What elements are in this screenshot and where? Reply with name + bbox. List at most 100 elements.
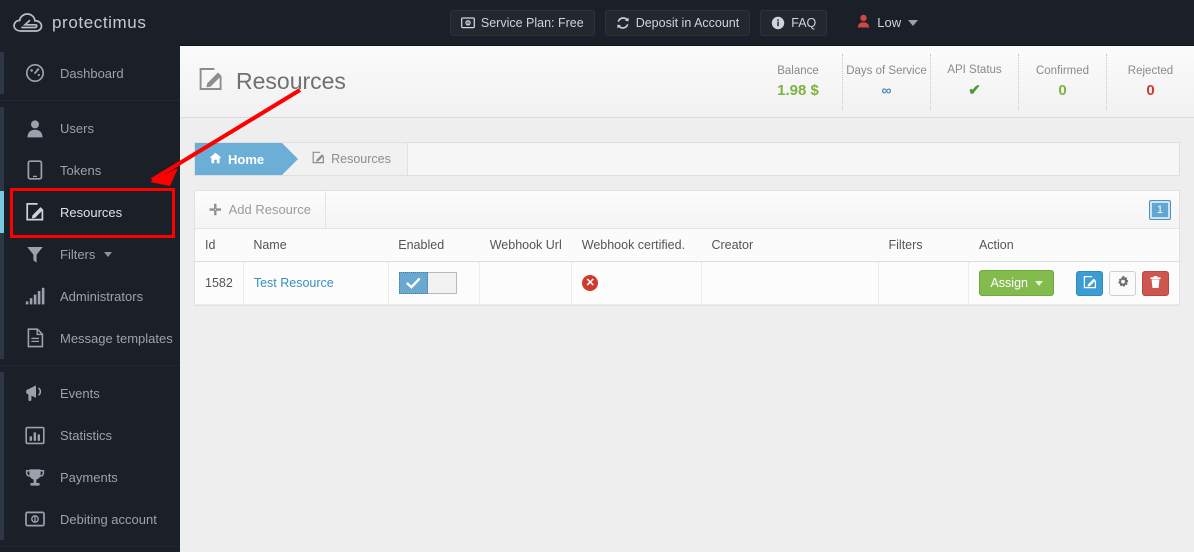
service-plan-button[interactable]: Service Plan: Free (449, 9, 595, 36)
edit-square-icon (1083, 275, 1097, 292)
stat-confirmed: Confirmed 0 (1018, 53, 1106, 110)
sidebar-item-debiting-account[interactable]: Debiting account (0, 498, 180, 540)
column-header-webhook-url[interactable]: Webhook Url (479, 229, 572, 262)
resources-table: Id Name Enabled Webhook Url Webhook cert… (195, 229, 1179, 305)
column-header-webhook-certified[interactable]: Webhook certified. (571, 229, 702, 262)
sidebar-item-tokens[interactable]: Tokens (0, 149, 180, 191)
sidebar-edge-marker (0, 498, 4, 540)
sidebar-edge-marker (0, 233, 4, 275)
table-body: 1582 Test Resource ✕ Assign (195, 261, 1179, 305)
column-header-creator[interactable]: Creator (701, 229, 879, 262)
page-header: Resources Balance 1.98 $ Days of Service… (180, 46, 1194, 118)
column-header-filters[interactable]: Filters (878, 229, 969, 262)
sidebar-item-statistics[interactable]: Statistics (0, 414, 180, 456)
cell-name: Test Resource (243, 261, 389, 305)
account-stats: Balance 1.98 $ Days of Service ∞ API Sta… (754, 53, 1194, 110)
sidebar-item-label: Administrators (60, 288, 144, 304)
sidebar: Dashboard Users Tokens Resources Filters… (0, 46, 180, 552)
page-title: Resources (198, 66, 346, 98)
stat-value: 0 (1058, 81, 1067, 99)
enabled-toggle[interactable] (398, 272, 457, 294)
cell-enabled (388, 261, 481, 305)
stat-rejected: Rejected 0 (1106, 53, 1194, 110)
stat-value: ∞ (881, 82, 892, 98)
sidebar-item-message-templates[interactable]: Message templates (0, 317, 180, 359)
edit-square-icon (22, 201, 48, 223)
app-window: protectimus Service Plan: Free Deposit i… (0, 0, 1194, 552)
stat-label: API Status (947, 64, 1002, 76)
sidebar-item-label: Debiting account (60, 511, 157, 527)
table-header-row: Id Name Enabled Webhook Url Webhook cert… (195, 229, 1179, 262)
assign-dropdown-button[interactable]: Assign (979, 270, 1054, 296)
brand-logo[interactable]: protectimus (0, 0, 180, 46)
sidebar-edge-marker (0, 456, 4, 498)
stat-label: Rejected (1127, 64, 1174, 77)
user-menu-label: Low (877, 15, 902, 30)
stat-value: 0 (1146, 81, 1155, 99)
breadcrumb-home[interactable]: Home (195, 143, 299, 175)
breadcrumb-current-label: Resources (331, 152, 391, 166)
plus-icon: ✛ (209, 201, 222, 219)
stat-balance: Balance 1.98 $ (754, 54, 842, 110)
dashboard-gauge-icon (22, 62, 48, 84)
chevron-down-icon (908, 19, 919, 26)
cell-actions: Assign (968, 261, 1179, 305)
delete-resource-button[interactable] (1142, 270, 1169, 296)
topbar-actions: Service Plan: Free Deposit in Account FA… (180, 0, 1194, 46)
home-icon (209, 152, 222, 167)
stat-days-of-service: Days of Service ∞ (842, 53, 930, 110)
cell-id: 1582 (195, 261, 244, 305)
trash-icon (1149, 275, 1162, 292)
user-menu[interactable]: Low (851, 10, 924, 35)
stat-label: Balance (777, 64, 819, 77)
money-bill-icon (460, 16, 475, 29)
deposit-button[interactable]: Deposit in Account (604, 9, 751, 36)
sidebar-item-label: Message templates (60, 330, 173, 346)
cell-webhook-url (479, 261, 573, 305)
add-resource-button[interactable]: ✛ Add Resource (195, 191, 326, 228)
settings-resource-button[interactable] (1109, 270, 1136, 296)
sidebar-item-payments[interactable]: Payments (0, 456, 180, 498)
service-plan-label: Service Plan: Free (480, 15, 584, 30)
money-bill-icon (22, 508, 48, 530)
sidebar-item-label: Dashboard (60, 65, 124, 81)
edit-square-icon (312, 151, 325, 167)
resource-name-link[interactable]: Test Resource (254, 276, 334, 290)
sidebar-edge-marker (0, 372, 4, 414)
sidebar-item-label: Statistics (60, 427, 113, 443)
sidebar-edge-marker (0, 149, 4, 191)
sidebar-item-dashboard[interactable]: Dashboard (0, 52, 180, 94)
breadcrumb-home-label: Home (228, 151, 265, 167)
sidebar-item-resources[interactable]: Resources (0, 191, 180, 233)
sidebar-item-users[interactable]: Users (0, 107, 180, 149)
megaphone-icon (22, 382, 48, 404)
table-head: Id Name Enabled Webhook Url Webhook cert… (195, 229, 1179, 262)
user-icon (857, 14, 870, 31)
sidebar-item-label: Filters (60, 246, 96, 262)
trophy-icon (22, 466, 48, 488)
sidebar-item-filters[interactable]: Filters (0, 233, 180, 275)
column-header-enabled[interactable]: Enabled (388, 229, 480, 262)
add-resource-label: Add Resource (228, 202, 311, 217)
faq-label: FAQ (791, 15, 817, 30)
column-header-id[interactable]: Id (195, 229, 244, 262)
cloud-arrow-icon (12, 11, 46, 35)
sidebar-item-events[interactable]: Events (0, 372, 180, 414)
row-actions: Assign (979, 270, 1169, 296)
sidebar-edge-marker (0, 414, 4, 456)
faq-button[interactable]: FAQ (760, 9, 828, 36)
table-row: 1582 Test Resource ✕ Assign (195, 261, 1179, 305)
tablet-icon (22, 159, 48, 181)
sidebar-item-administrators[interactable]: Administrators (0, 275, 180, 317)
breadcrumb-resources[interactable]: Resources (282, 143, 408, 175)
column-header-name[interactable]: Name (243, 229, 389, 262)
chevron-down-icon (1035, 280, 1043, 286)
sidebar-group-activity: Events Statistics Payments Debiting acco… (0, 366, 180, 547)
pagination-page-1[interactable]: 1 (1148, 199, 1171, 220)
sidebar-item-label: Payments (60, 469, 118, 485)
edit-resource-button[interactable] (1076, 270, 1103, 296)
refresh-icon (616, 16, 630, 30)
document-icon (22, 327, 48, 349)
page-title-text: Resources (236, 68, 346, 94)
